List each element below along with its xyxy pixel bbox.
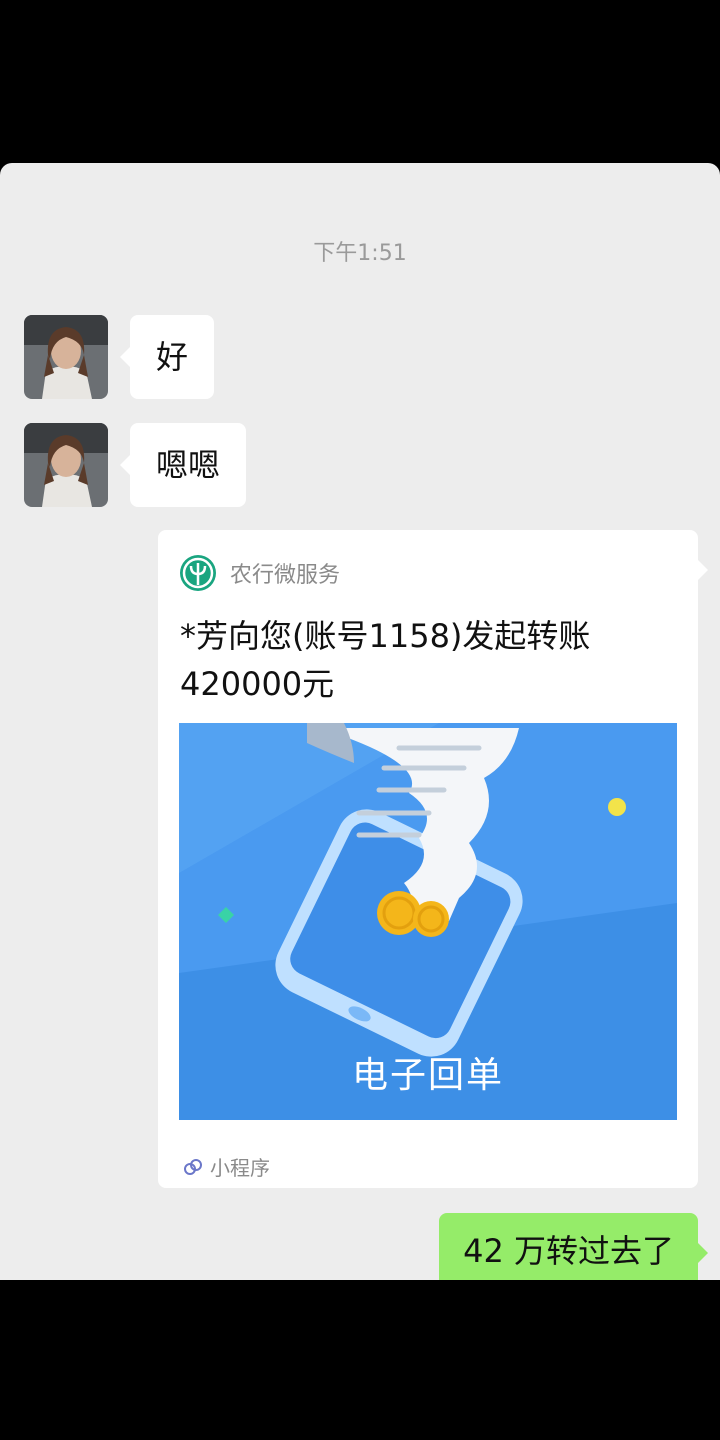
message-text: 好 xyxy=(156,338,189,376)
message-text: 嗯嗯 xyxy=(156,446,221,484)
card-source-name: 农行微服务 xyxy=(230,563,341,588)
card-title: *芳向您(账号1158)发起转账420000元 xyxy=(180,617,591,703)
message-bubble[interactable]: 好 xyxy=(119,315,215,399)
contact-avatar[interactable] xyxy=(24,423,108,507)
e-receipt-label: 电子回单 xyxy=(351,1055,504,1096)
mini-program-label: 小程序 xyxy=(210,1156,270,1180)
message-text: 42 万转过去了 xyxy=(463,1232,674,1270)
e-receipt-banner: 电子回单 xyxy=(179,723,677,1120)
contact-avatar[interactable] xyxy=(24,315,108,399)
mini-program-icon xyxy=(184,1158,202,1175)
chat-screen: 下午1:51 好 嗯嗯 农行微服务 *芳向您(账号1158)发起转账420000… xyxy=(0,163,720,1280)
message-bubble-outgoing[interactable]: 42 万转过去了 xyxy=(439,1213,708,1280)
card-footer: 小程序 xyxy=(182,1152,270,1181)
card-header: 农行微服务 xyxy=(180,554,340,592)
mini-program-card[interactable]: 农行微服务 *芳向您(账号1158)发起转账420000元 电子回单 小程序 xyxy=(158,530,708,1188)
message-timestamp: 下午1:51 xyxy=(313,241,407,266)
abc-bank-icon xyxy=(180,555,216,591)
avatar-photo xyxy=(24,315,108,399)
message-bubble[interactable]: 嗯嗯 xyxy=(119,423,247,507)
avatar-photo xyxy=(24,423,108,507)
